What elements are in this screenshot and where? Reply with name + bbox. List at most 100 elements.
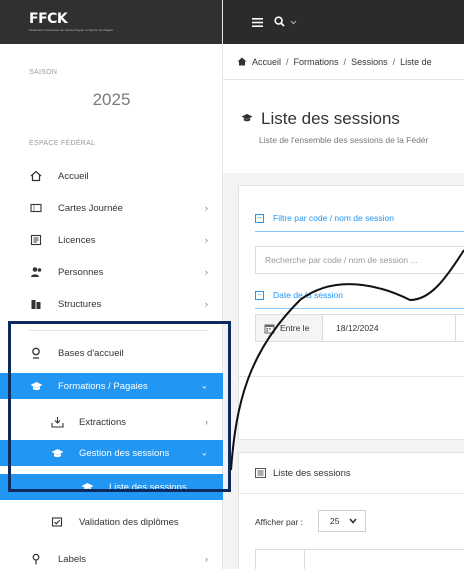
breadcrumb-separator: /	[286, 56, 289, 67]
download-tray-icon	[50, 415, 64, 429]
collapse-toggle-icon: −	[255, 213, 264, 223]
filter-divider	[255, 231, 464, 232]
sidebar-item-personnes[interactable]: Personnes ›	[0, 259, 223, 285]
main-content: − Filtre par code / nom de session − Dat…	[223, 173, 464, 569]
search-icon	[274, 15, 285, 29]
page-title: Liste des sessions	[261, 109, 400, 128]
users-icon	[29, 265, 43, 279]
date-addon: Entre le	[255, 314, 323, 342]
filter-date-heading[interactable]: − Date de la session	[255, 290, 343, 300]
table-column-divider	[304, 550, 305, 569]
chevron-down-icon: ⌄	[200, 447, 208, 458]
breadcrumb-formations[interactable]: Formations	[294, 57, 339, 67]
chevron-right-icon: ›	[205, 554, 208, 564]
sidebar-item-labels[interactable]: Labels ›	[0, 546, 223, 569]
sidebar-item-licences[interactable]: Licences ›	[0, 227, 223, 253]
season-label: SAISON	[29, 69, 58, 76]
sidebar-item-gestion-sessions[interactable]: Gestion des sessions ⌄	[0, 440, 223, 466]
sidebar-item-label: Accueil	[58, 170, 89, 182]
chevron-down-icon	[290, 17, 297, 27]
chevron-down-icon: ⌄	[200, 380, 208, 391]
sidebar-item-bases-accueil[interactable]: Bases d'accueil	[0, 340, 223, 366]
chevron-right-icon: ›	[205, 267, 208, 277]
filter-code-label: Filtre par code / nom de session	[273, 213, 394, 223]
breadcrumb-sessions[interactable]: Sessions	[351, 57, 388, 67]
home-icon	[29, 169, 43, 183]
graduation-cap-icon	[241, 113, 253, 125]
filter-date-label: Date de la session	[273, 290, 343, 300]
sidebar-item-label: Liste des sessions	[109, 481, 187, 493]
sidebar-item-label: Licences	[58, 234, 96, 246]
sidebar-divider	[29, 330, 209, 331]
award-icon	[29, 552, 43, 566]
sidebar-item-accueil[interactable]: Accueil	[0, 163, 223, 189]
page-title-row: Liste des sessions	[241, 109, 400, 129]
chevron-right-icon: ›	[205, 235, 208, 245]
building-icon	[29, 297, 43, 311]
sidebar: FFCK Fédération Française de Canoë-Kayak…	[0, 0, 223, 569]
space-label: ESPACE FÉDÉRAL	[29, 140, 96, 147]
collapse-toggle-icon: −	[255, 290, 264, 300]
sidebar-item-validation-diplomes[interactable]: Validation des diplômes	[0, 509, 223, 535]
chevron-down-icon	[349, 516, 357, 526]
sidebar-item-label: Structures	[58, 298, 102, 310]
hamburger-icon[interactable]	[250, 15, 264, 29]
list-icon	[255, 467, 266, 479]
filter-panel-footer-divider	[239, 376, 464, 377]
sidebar-item-label: Bases d'accueil	[58, 347, 124, 359]
sidebar-item-label: Labels	[58, 553, 86, 565]
breadcrumb-current: Liste de	[400, 56, 432, 67]
sidebar-item-label: Extractions	[79, 416, 126, 428]
sidebar-item-label: Formations / Pagaies	[58, 380, 148, 392]
date-start-input[interactable]	[323, 314, 464, 342]
sidebar-item-label: Validation des diplômes	[79, 516, 179, 528]
card-icon	[29, 233, 43, 247]
ffck-logo[interactable]: FFCK Fédération Française de Canoë-Kayak…	[29, 11, 114, 33]
between-label: Entre le	[280, 323, 310, 333]
chevron-right-icon: ›	[205, 203, 208, 213]
sessions-list-panel: Liste des sessions Afficher par : 25	[238, 452, 464, 569]
page-subtitle: Liste de l'ensemble des sessions de la F…	[259, 135, 429, 145]
graduation-cap-icon	[80, 480, 94, 494]
sidebar-item-structures[interactable]: Structures ›	[0, 291, 223, 317]
sessions-table	[255, 549, 464, 569]
chevron-right-icon: ›	[205, 417, 208, 427]
season-year: 2025	[92, 90, 131, 109]
chevron-right-icon: ›	[205, 299, 208, 309]
breadcrumb-separator: /	[343, 56, 347, 67]
sidebar-item-liste-sessions[interactable]: Liste des sessions	[0, 474, 223, 500]
breadcrumb-accueil[interactable]: Accueil	[252, 57, 281, 67]
filter-panel: − Filtre par code / nom de session − Dat…	[238, 185, 464, 440]
ticket-icon	[29, 201, 43, 215]
home-icon[interactable]	[237, 57, 247, 66]
sidebar-item-label: Personnes	[58, 266, 104, 278]
brand-tagline: Fédération Française de Canoë-Kayak et S…	[29, 28, 114, 32]
sidebar-item-formations-pagaies[interactable]: Formations / Pagaies ⌄	[0, 373, 223, 399]
list-heading-divider	[239, 493, 464, 494]
map-pin-icon	[29, 346, 43, 360]
calendar-icon	[264, 323, 275, 334]
graduation-cap-icon	[29, 379, 43, 393]
brand-header: FFCK Fédération Française de Canoë-Kayak…	[0, 0, 222, 44]
per-page-select[interactable]: 25	[318, 510, 366, 532]
top-navbar	[223, 0, 464, 44]
sidebar-item-label: Gestion des sessions	[79, 447, 170, 459]
search-dropdown-button[interactable]	[274, 15, 297, 29]
per-page-value: 25	[330, 516, 340, 526]
sidebar-item-cartes-journee[interactable]: Cartes Journée ›	[0, 195, 223, 221]
per-page-label: Afficher par :	[255, 517, 304, 527]
date-range-group: Entre le	[255, 314, 464, 342]
breadcrumb-separator: /	[392, 56, 396, 67]
brand-name: FFCK	[29, 11, 68, 27]
date-end-field[interactable]	[455, 314, 464, 342]
graduation-cap-icon	[50, 446, 64, 460]
sidebar-item-extractions[interactable]: Extractions ›	[0, 409, 223, 435]
certificate-icon	[50, 515, 64, 529]
list-heading: Liste des sessions	[255, 453, 351, 493]
sidebar-item-label: Cartes Journée	[58, 202, 123, 214]
breadcrumb: Accueil / Formations / Sessions / Liste …	[223, 44, 464, 80]
filter-divider	[255, 308, 464, 309]
list-heading-text: Liste des sessions	[273, 467, 351, 479]
session-search-input[interactable]	[255, 246, 464, 274]
filter-code-heading[interactable]: − Filtre par code / nom de session	[255, 213, 394, 223]
